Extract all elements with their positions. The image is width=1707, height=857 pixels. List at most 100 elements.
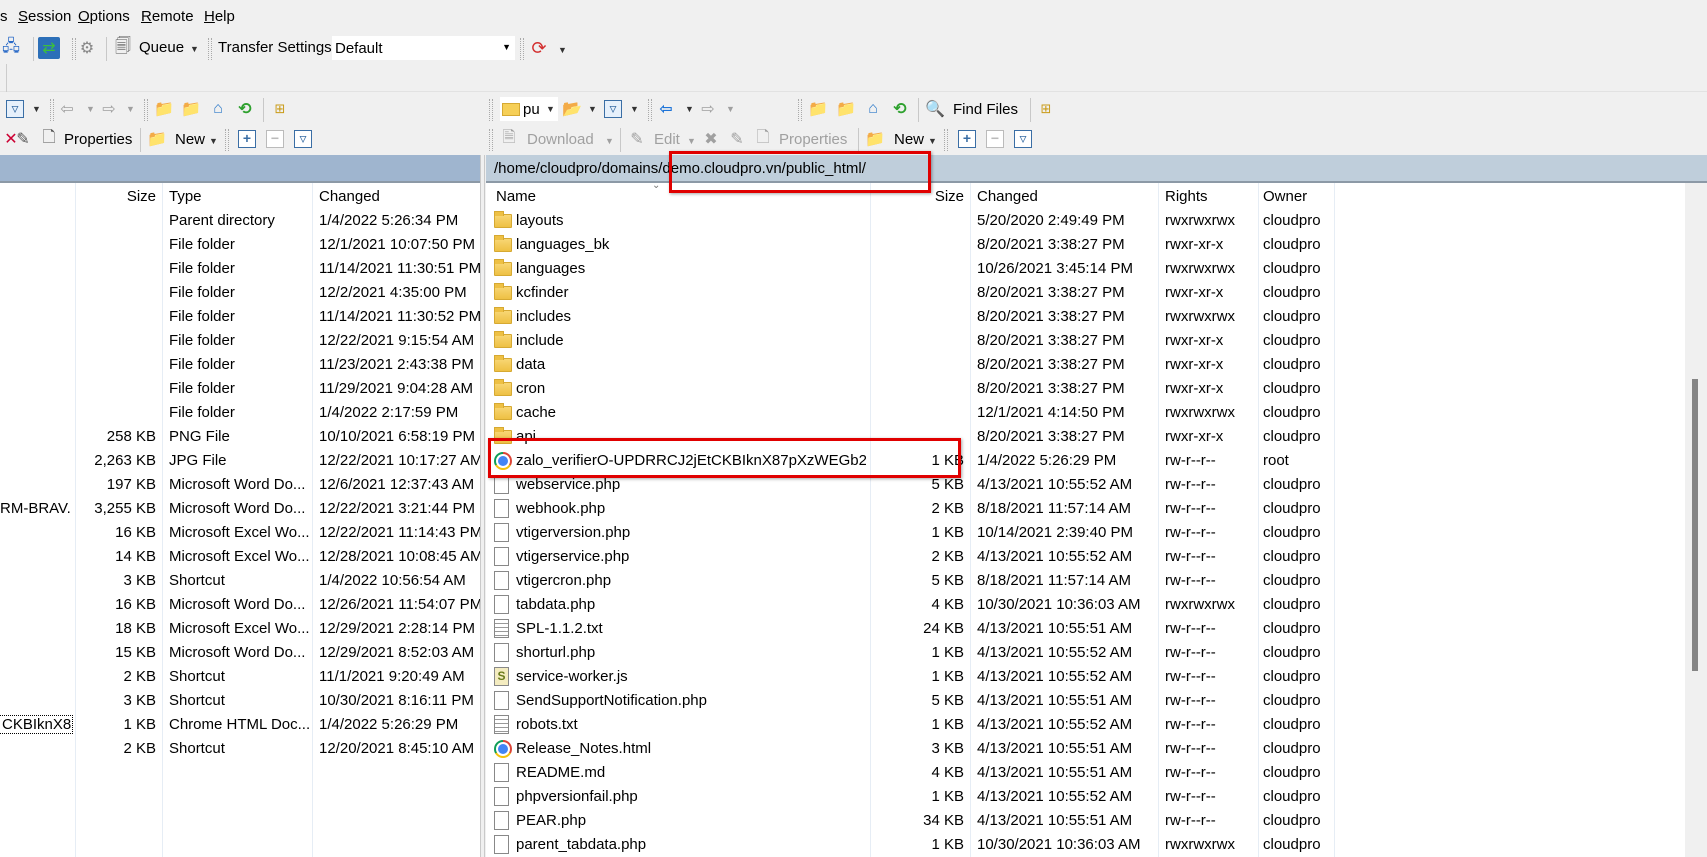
back-dropdown-arrow[interactable]: ▼ [685,104,694,114]
table-row[interactable]: File folder 12/2/2021 4:35:00 PM [0,281,480,305]
table-row[interactable]: data 8/20/2021 3:38:27 PM rwxr-xr-x cloudpr… [486,353,1685,377]
table-row[interactable]: layouts 5/20/2020 2:49:49 PM rwxrwxrwx clou… [486,209,1685,233]
sync-browse-icon[interactable]: ⟳ [528,37,550,59]
forward-dropdown-arrow[interactable]: ▼ [726,104,735,114]
table-row[interactable]: 3 KB Shortcut 1/4/2022 10:56:54 AM [0,569,480,593]
download-icon[interactable]: 🗎 [498,128,520,150]
sync-browse-dropdown-arrow[interactable]: ▼ [558,45,567,55]
table-row[interactable]: README.md 4 KB 4/13/2021 10:55:51 AM rw-r--… [486,761,1685,785]
forward-arrow-icon[interactable]: ⇨ [697,98,719,120]
table-row[interactable]: zalo_verifierO-UPDRRCJ2jEtCKBIknX87pXzWE… [486,449,1685,473]
new-dropdown-arrow[interactable]: ▼ [928,136,937,146]
menu-item-remote[interactable]: Remote [141,8,194,25]
tree-icon[interactable]: ⊞ [269,98,291,120]
session-tab-stub[interactable] [0,64,7,92]
filter-select-icon[interactable]: ▿ [294,130,312,148]
table-row[interactable]: kcfinder 8/20/2021 3:38:27 PM rwxr-xr-x clo… [486,281,1685,305]
properties-button[interactable]: Properties [64,131,132,148]
download-button[interactable]: Download [527,131,594,148]
table-row[interactable]: File folder 11/29/2021 9:04:28 AM [0,377,480,401]
table-row[interactable]: vtigercron.php 5 KB 8/18/2021 11:57:14 AM r… [486,569,1685,593]
table-row[interactable]: robots.txt 1 KB 4/13/2021 10:55:52 AM rw-r-… [486,713,1685,737]
toolbar-grip[interactable] [225,129,229,151]
toolbar-grip[interactable] [208,38,212,60]
table-row[interactable]: 14 KB Microsoft Excel Wo... 12/28/2021 10:… [0,545,480,569]
table-row[interactable]: languages_bk 8/20/2021 3:38:27 PM rwxr-xr-… [486,233,1685,257]
panel-splitter[interactable] [480,155,485,857]
forward-arrow-icon[interactable]: ⇨ [98,98,120,120]
filter-icon[interactable]: ▿ [604,100,622,118]
table-row[interactable]: File folder 1/4/2022 2:17:59 PM [0,401,480,425]
toolbar-grip[interactable] [489,99,493,121]
forward-dropdown-arrow[interactable]: ▼ [126,104,135,114]
table-row[interactable]: File folder 11/14/2021 11:30:52 PM [0,305,480,329]
menu-item-commands[interactable]: s [0,8,8,25]
table-row[interactable]: cron 8/20/2021 3:38:27 PM rwxr-xr-x cloudpr… [486,377,1685,401]
unselect-files-minus-icon[interactable]: − [986,130,1004,148]
parent-directory-icon[interactable]: 📁 [807,98,829,120]
table-row[interactable]: File folder 12/22/2021 9:15:54 AM [0,329,480,353]
menu-item-session[interactable]: Session [18,8,71,25]
vertical-scrollbar[interactable] [1685,183,1703,857]
table-row[interactable]: File folder 12/1/2021 10:07:50 PM [0,233,480,257]
filter-dropdown-arrow[interactable]: ▼ [32,104,41,114]
menu-item-help[interactable]: Help [204,8,235,25]
table-row[interactable]: vtigerversion.php 1 KB 10/14/2021 2:39:40 … [486,521,1685,545]
remote-path-bar[interactable]: /home/cloudpro/domains/demo.cloudpro.vn/… [486,155,1707,183]
filter-dropdown-arrow[interactable]: ▼ [630,104,639,114]
table-row[interactable]: 16 KB Microsoft Excel Wo... 12/22/2021 11:… [0,521,480,545]
home-icon[interactable]: ⌂ [207,98,229,120]
left-file-list[interactable]: Size Type Changed Parent directory 1/4/20… [0,183,480,857]
table-row[interactable]: SPL-1.1.2.txt 24 KB 4/13/2021 10:55:51 AM r… [486,617,1685,641]
new-button[interactable]: New [175,131,205,148]
remote-file-list[interactable]: Name ⌄ Size Changed Rights Owner layouts… [486,183,1685,857]
table-row[interactable]: includes 8/20/2021 3:38:27 PM rwxrwxrwx clo… [486,305,1685,329]
column-header-changed[interactable]: Changed [977,183,1038,209]
table-row[interactable]: api 8/20/2021 3:38:27 PM rwxr-xr-x cloudpro [486,425,1685,449]
table-row[interactable]: 258 KB PNG File 10/10/2021 6:58:19 PM [0,425,480,449]
table-row[interactable]: RM-BRAV... 3,255 KB Microsoft Word Do... 12… [0,497,480,521]
properties-icon[interactable]: 🗋 [38,128,60,150]
column-header-rights[interactable]: Rights [1165,183,1208,209]
table-row[interactable]: PEAR.php 34 KB 4/13/2021 10:55:51 AM rw-r--… [486,809,1685,833]
queue-icon[interactable]: 🗐 [112,37,134,59]
rename-icon[interactable]: ✎ [726,128,748,150]
column-header-size[interactable]: Size [80,183,156,209]
table-row[interactable]: 2 KB Shortcut 12/20/2021 8:45:10 AM [0,737,480,761]
toolbar-grip[interactable] [489,129,493,151]
table-row[interactable]: webhook.php 2 KB 8/18/2021 11:57:14 AM rw-r… [486,497,1685,521]
column-header-type[interactable]: Type [169,183,202,209]
table-row[interactable]: 3 KB Shortcut 10/30/2021 8:16:11 PM [0,689,480,713]
find-files-icon[interactable]: 🔍 [924,98,946,120]
queue-button[interactable]: Queue [139,39,184,56]
find-files-button[interactable]: Find Files [953,101,1018,118]
column-header-owner[interactable]: Owner [1263,183,1307,209]
table-row[interactable]: 197 KB Microsoft Word Do... 12/6/2021 12:3… [0,473,480,497]
table-row[interactable]: parent_tabdata.php 1 KB 10/30/2021 10:36:0… [486,833,1685,857]
select-files-plus-icon[interactable]: + [958,130,976,148]
preferences-gear-icon[interactable]: ⚙ [76,37,98,59]
toolbar-grip[interactable] [520,38,524,60]
table-row[interactable]: 15 KB Microsoft Word Do... 12/29/2021 8:52… [0,641,480,665]
root-directory-icon[interactable]: 📁 [180,98,202,120]
table-row[interactable]: 2,263 KB JPG File 12/22/2021 10:17:27 AM [0,449,480,473]
filter-icon[interactable]: ▿ [6,100,24,118]
table-row[interactable]: Release_Notes.html 3 KB 4/13/2021 10:55:51… [486,737,1685,761]
queue-dropdown-arrow[interactable]: ▼ [190,44,199,54]
table-row[interactable]: Parent directory 1/4/2022 5:26:34 PM [0,209,480,233]
filter-select-icon[interactable]: ▿ [1014,130,1032,148]
tree-icon[interactable]: ⊞ [1035,98,1057,120]
toolbar-grip[interactable] [648,99,652,121]
open-directory-dropdown-arrow[interactable]: ▼ [588,104,597,114]
column-header-changed[interactable]: Changed [319,183,380,209]
table-row[interactable]: tabdata.php 4 KB 10/30/2021 10:36:03 AM rwx… [486,593,1685,617]
edit-button[interactable]: Edit [654,131,680,148]
properties-button[interactable]: Properties [779,131,847,148]
table-row[interactable]: webservice.php 5 KB 4/13/2021 10:55:52 AM r… [486,473,1685,497]
toolbar-grip[interactable] [944,129,948,151]
menu-item-options[interactable]: Options [78,8,130,25]
table-row[interactable]: Sservice-worker.js 1 KB 4/13/2021 10:55:52… [486,665,1685,689]
toolbar-grip[interactable] [50,99,54,121]
new-button[interactable]: New [894,131,924,148]
new-dropdown-arrow[interactable]: ▼ [209,136,218,146]
